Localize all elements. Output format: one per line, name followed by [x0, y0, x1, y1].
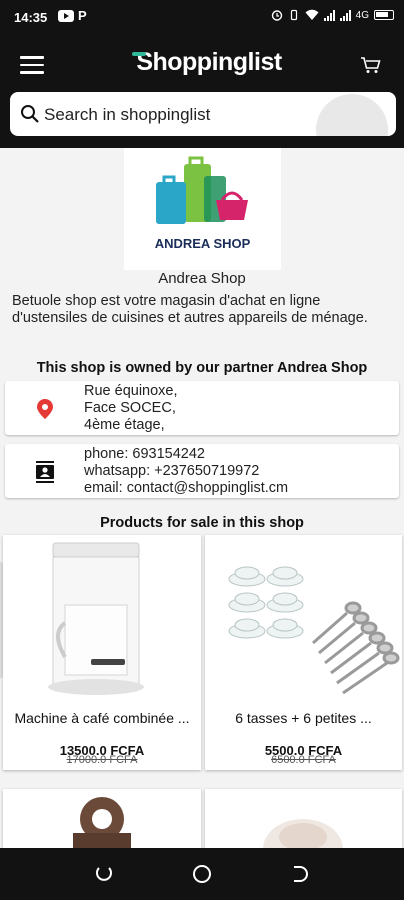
signal-icon-1 [323, 9, 335, 21]
app-header: Shoppinglist Search in shoppinglist [0, 36, 404, 148]
product-card[interactable]: 6 tasses + 6 petites ... 5500.0 FCFA 650… [205, 535, 402, 770]
system-nav-bar [0, 848, 404, 900]
recents-icon[interactable] [94, 864, 114, 884]
product-old-price: 6500.0 FCFA [271, 754, 336, 766]
shop-logo-text: ANDREA SHOP [154, 236, 251, 251]
youtube-icon [58, 10, 74, 22]
cups-spoons-image [228, 566, 400, 695]
search-ripple [316, 94, 388, 136]
search-placeholder: Search in shoppinglist [44, 105, 211, 124]
cart-icon [361, 57, 381, 73]
partner-line: This shop is owned by our partner Andrea… [36, 360, 368, 376]
coffee-machine-image [48, 542, 144, 695]
contact-phone[interactable]: phone: 693154242 [84, 446, 288, 463]
wifi-icon [305, 9, 319, 20]
product-card[interactable] [205, 789, 402, 848]
luggage-logo-icon [156, 156, 248, 224]
contact-card: phone: 693154242 whatsapp: +237650719972… [5, 444, 399, 498]
address-line: Rue équinoxe, [84, 383, 178, 399]
lte-label: 4G [355, 9, 369, 21]
shop-page-content: ANDREA SHOP Andrea Shop Betuole shop est… [0, 148, 404, 848]
address-card: Rue équinoxe, Face SOCEC, 4ème étage, [5, 381, 399, 435]
shop-description: Betuole shop est votre magasin d'achat e… [12, 293, 368, 326]
signal-icon-2 [339, 9, 351, 21]
shop-logo: ANDREA SHOP [124, 148, 281, 270]
notification-icons: P [58, 8, 87, 23]
contact-email[interactable]: email: contact@shoppinglist.cm [84, 480, 288, 497]
address-line: 4ème étage, [84, 417, 165, 433]
location-pin-icon [37, 399, 53, 419]
system-icons: 4G [271, 9, 394, 21]
vibrate-icon [290, 9, 297, 21]
search-icon [21, 105, 39, 123]
kitchen-item-image [263, 819, 343, 848]
battery-icon [374, 10, 394, 20]
p-notification-icon: P [78, 8, 87, 23]
home-icon[interactable] [192, 864, 212, 884]
product-card[interactable]: Machine à café combinée ... 13500.0 FCFA… [3, 535, 201, 770]
back-icon[interactable] [290, 864, 310, 884]
product-title: 6 tasses + 6 petites ... [235, 710, 372, 726]
ornament-image [73, 797, 131, 848]
status-time: 14:35 [14, 10, 48, 25]
search-input[interactable]: Search in shoppinglist [10, 92, 396, 136]
address-line: Face SOCEC, [84, 400, 176, 416]
contact-book-icon [36, 461, 54, 483]
alarm-icon [271, 10, 282, 21]
contact-lines: phone: 693154242 whatsapp: +237650719972… [84, 446, 288, 497]
status-bar: 14:35 P 4G [0, 0, 404, 36]
contact-whatsapp[interactable]: whatsapp: +237650719972 [84, 463, 288, 480]
shop-name: Andrea Shop [158, 270, 246, 287]
app-title: Shoppinglist [0, 48, 404, 77]
product-title: Machine à café combinée ... [14, 710, 190, 726]
address-lines: Rue équinoxe, Face SOCEC, 4ème étage, [84, 383, 178, 434]
product-old-price: 17000.0 FCFA [66, 754, 138, 766]
cart-button[interactable] [360, 55, 382, 75]
products-section-title: Products for sale in this shop [100, 515, 304, 531]
product-card[interactable] [3, 789, 201, 848]
